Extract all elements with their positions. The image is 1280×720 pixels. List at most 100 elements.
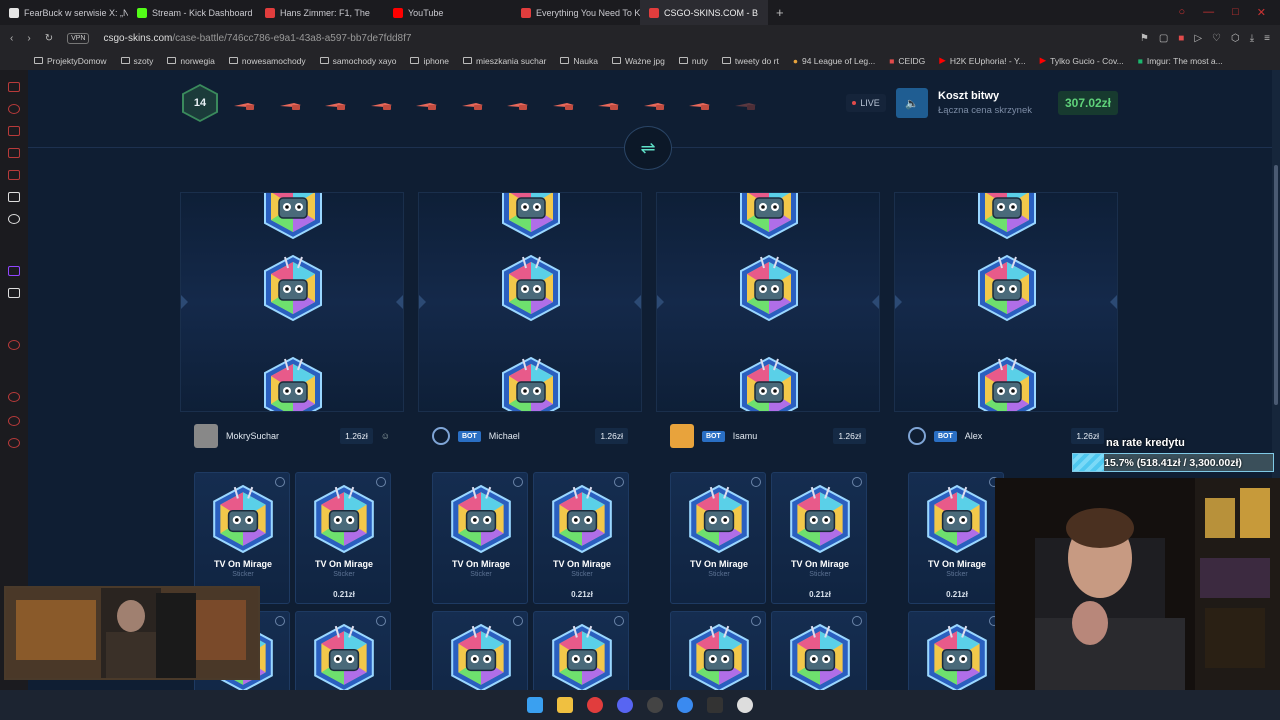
bot-target-icon xyxy=(908,427,926,445)
case-knife-icon xyxy=(279,98,303,110)
play-icon[interactable]: ▷ xyxy=(1194,33,1202,44)
clock-icon[interactable] xyxy=(8,392,20,402)
item-card[interactable]: TV On MirageSticker xyxy=(670,611,766,690)
bookmark-item[interactable]: ▶ H2K EUphoria! - Y... xyxy=(939,55,1025,66)
browser-tab[interactable]: Hans Zimmer: F1, The xyxy=(256,0,384,25)
item-card[interactable]: TV On MirageSticker0.21zł xyxy=(533,611,629,690)
minimize-icon[interactable]: — xyxy=(1203,6,1214,19)
bookmark-item[interactable]: norwegia xyxy=(167,56,215,66)
item-card[interactable]: TV On MirageSticker0.21zł xyxy=(771,472,867,604)
search-icon[interactable]: ○ xyxy=(1178,6,1185,19)
x-logo-icon[interactable] xyxy=(8,288,20,298)
heart-icon[interactable]: ♡ xyxy=(1212,33,1221,44)
item-name: TV On Mirage xyxy=(451,559,510,569)
gear-icon[interactable] xyxy=(8,438,20,448)
bookmark-item[interactable]: tweety do rt xyxy=(721,56,779,66)
obs-icon[interactable] xyxy=(647,697,663,713)
item-card[interactable]: TV On MirageSticker xyxy=(432,611,528,690)
scrollbar-thumb[interactable] xyxy=(1274,165,1278,405)
instagram-icon[interactable] xyxy=(8,148,20,158)
ai-icon[interactable] xyxy=(8,192,20,202)
bookmark-item[interactable]: ▶ Tylko Gucio - Cov... xyxy=(1040,55,1124,66)
discord-icon[interactable] xyxy=(617,697,633,713)
maximize-icon[interactable]: □ xyxy=(1232,6,1239,19)
mail-icon[interactable] xyxy=(8,170,20,180)
sound-toggle-button[interactable]: 🔈 xyxy=(896,88,928,118)
item-type: Sticker xyxy=(809,571,831,578)
bot-target-icon xyxy=(432,427,450,445)
app-icon[interactable] xyxy=(707,697,723,713)
forward-icon[interactable]: › xyxy=(27,33,30,44)
history-icon[interactable] xyxy=(8,104,20,114)
battle-cost-title: Koszt bitwy xyxy=(938,90,1000,102)
item-card[interactable]: TV On MirageSticker0.21zł xyxy=(771,611,867,690)
item-card[interactable]: TV On MirageSticker xyxy=(194,472,290,604)
messenger-icon[interactable] xyxy=(8,82,20,92)
player-icon[interactable] xyxy=(8,340,20,350)
bookmark-item[interactable]: ■ CEIDG xyxy=(889,56,925,66)
item-type: Sticker xyxy=(946,571,968,578)
bookmark-item[interactable]: samochody xayo xyxy=(319,56,396,66)
url-field[interactable]: csgo-skins.com/case-battle/746cc786-e9a1… xyxy=(103,33,411,44)
case-knife-icon xyxy=(324,98,348,110)
kick-logo-icon xyxy=(137,7,147,18)
chatgpt-icon[interactable] xyxy=(8,214,20,224)
browser-tab[interactable]: FearBuck w serwisie X: „N xyxy=(0,0,128,25)
bookmark-item[interactable]: nuty xyxy=(678,56,708,66)
sticker-icon xyxy=(784,483,856,555)
browser-tab[interactable]: Everything You Need To K xyxy=(512,0,640,25)
bookmark-item[interactable]: ■ Imgur: The most a... xyxy=(1138,56,1223,66)
extension-icon[interactable]: ■ xyxy=(1178,33,1184,44)
bookmark-item[interactable]: mieszkania suchar xyxy=(463,56,546,66)
round-counter: 14 xyxy=(182,84,218,122)
new-tab-button[interactable]: + xyxy=(768,5,784,20)
bookmark-item[interactable]: ProjektyDomow xyxy=(34,56,107,66)
sticker-icon xyxy=(972,193,1042,241)
opera-icon[interactable] xyxy=(587,697,603,713)
window-controls: ○ — □ ✕ xyxy=(1178,6,1280,19)
bookmark-item[interactable]: iphone xyxy=(410,56,449,66)
download-icon[interactable]: ⤓ xyxy=(1250,33,1254,44)
item-card[interactable]: TV On MirageSticker0.21zł xyxy=(295,611,391,690)
browser-tab[interactable]: Stream - Kick Dashboard xyxy=(128,0,256,25)
item-card[interactable]: TV On MirageSticker xyxy=(432,472,528,604)
wallet-icon[interactable] xyxy=(8,126,20,136)
item-card[interactable]: TV On MirageSticker0.21zł xyxy=(908,611,1004,690)
case-reel xyxy=(894,192,1118,412)
bot-badge: BOT xyxy=(934,430,957,442)
avatar xyxy=(194,424,218,448)
back-icon[interactable]: ‹ xyxy=(10,33,13,44)
item-card[interactable]: TV On MirageSticker0.21zł xyxy=(533,472,629,604)
player-row: MokrySuchar 1.26zł ☺ xyxy=(180,422,404,450)
player-name: Isamu xyxy=(732,431,758,441)
sticker-icon xyxy=(972,355,1042,411)
messenger-icon[interactable] xyxy=(677,697,693,713)
browser-tab-active[interactable]: CSGO-SKINS.COM - B xyxy=(640,0,768,25)
reload-icon[interactable]: ↻ xyxy=(45,33,53,44)
item-card[interactable]: TV On MirageSticker0.21zł xyxy=(908,472,1004,604)
item-card[interactable]: TV On MirageSticker0.21zł xyxy=(295,472,391,604)
bookmark-item[interactable]: Ważne jpg xyxy=(611,56,665,66)
x-logo-icon xyxy=(9,7,19,18)
windows-start-icon[interactable] xyxy=(527,697,543,713)
close-icon[interactable]: ✕ xyxy=(1257,6,1266,19)
bookmark-icon[interactable]: ⚑ xyxy=(1140,33,1149,44)
bookmark-item[interactable]: Nauka xyxy=(560,56,598,66)
bookmark-item[interactable]: ● 94 League of Leg... xyxy=(793,56,875,66)
bookmark-item[interactable]: nowesamochody xyxy=(228,56,306,66)
vpn-badge[interactable]: VPN xyxy=(67,32,90,44)
player-row: BOT Isamu 1.26zł xyxy=(656,422,880,450)
item-name: TV On Mirage xyxy=(552,559,611,569)
sticker-icon xyxy=(308,622,380,690)
smiley-icon[interactable]: ☺ xyxy=(381,431,390,441)
settings-icon[interactable] xyxy=(8,416,20,426)
item-card[interactable]: TV On MirageSticker xyxy=(670,472,766,604)
menu-icon[interactable]: ≡ xyxy=(1264,33,1270,44)
twitch-icon[interactable] xyxy=(8,266,20,276)
browser-tab[interactable]: YouTube xyxy=(384,0,512,25)
file-explorer-icon[interactable] xyxy=(557,697,573,713)
snapshot-icon[interactable]: ▢ xyxy=(1159,33,1168,44)
chrome-icon[interactable] xyxy=(737,697,753,713)
bookmark-item[interactable]: szoty xyxy=(120,56,153,66)
extensions-icon[interactable]: ⬡ xyxy=(1231,33,1240,44)
